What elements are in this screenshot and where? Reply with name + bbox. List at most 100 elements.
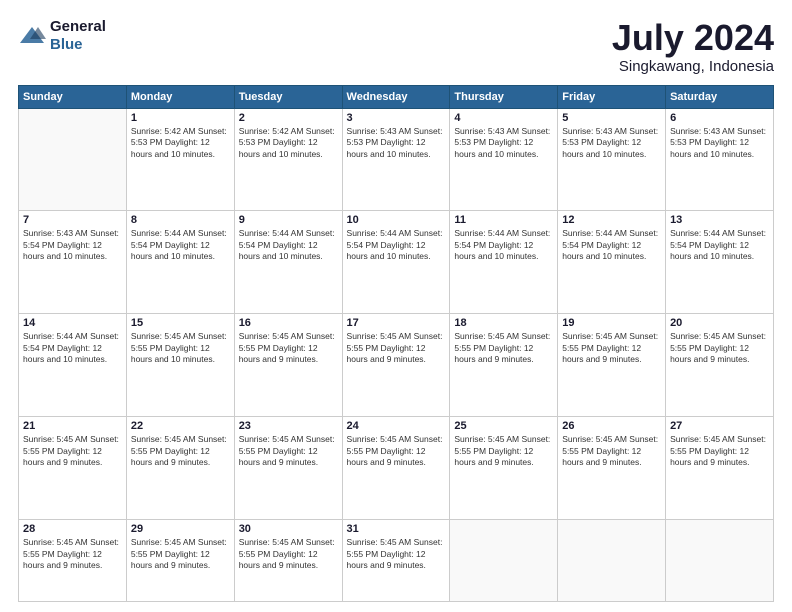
table-row: 27 Sunrise: 5:45 AM Sunset: 5:55 PM Dayli…	[666, 417, 774, 520]
day-info: Sunrise: 5:44 AM Sunset: 5:54 PM Dayligh…	[131, 228, 230, 262]
day-info: Sunrise: 5:45 AM Sunset: 5:55 PM Dayligh…	[239, 434, 338, 468]
day-info: Sunrise: 5:42 AM Sunset: 5:53 PM Dayligh…	[131, 126, 230, 160]
day-info: Sunrise: 5:45 AM Sunset: 5:55 PM Dayligh…	[670, 331, 769, 365]
calendar-table: Sunday Monday Tuesday Wednesday Thursday…	[18, 85, 774, 602]
day-number: 21	[23, 420, 122, 432]
table-row: 5Sunrise: 5:43 AM Sunset: 5:53 PM Daylig…	[558, 108, 666, 211]
day-info: Sunrise: 5:42 AM Sunset: 5:53 PM Dayligh…	[239, 126, 338, 160]
logo-icon	[18, 25, 46, 47]
header-friday: Friday	[558, 85, 666, 108]
day-number: 6	[670, 112, 769, 124]
table-row: 23Sunrise: 5:45 AM Sunset: 5:55 PM Dayli…	[234, 417, 342, 520]
header: General Blue July 2024 Singkawang, Indon…	[18, 18, 774, 75]
day-number: 9	[239, 214, 338, 226]
day-info: Sunrise: 5:45 AM Sunset: 5:55 PM Dayligh…	[347, 434, 446, 468]
table-row: 21 Sunrise: 5:45 AM Sunset: 5:55 PM Dayli…	[19, 417, 127, 520]
day-info: Sunrise: 5:44 AM Sunset: 5:54 PM Dayligh…	[347, 228, 446, 262]
day-info: Sunrise: 5:45 AM Sunset: 5:55 PM Dayligh…	[347, 331, 446, 365]
table-row: 22 Sunrise: 5:45 AM Sunset: 5:55 PM Dayli…	[126, 417, 234, 520]
day-number: 18	[454, 317, 553, 329]
table-row: 3Sunrise: 5:43 AM Sunset: 5:53 PM Daylig…	[342, 108, 450, 211]
day-number: 4	[454, 112, 553, 124]
calendar-location: Singkawang, Indonesia	[612, 58, 774, 75]
table-row: 28 Sunrise: 5:45 AM Sunset: 5:55 PM Dayli…	[19, 520, 127, 602]
header-sunday: Sunday	[19, 85, 127, 108]
day-info: Sunrise: 5:43 AM Sunset: 5:53 PM Dayligh…	[670, 126, 769, 160]
day-info: Sunrise: 5:45 AM Sunset: 5:55 PM Dayligh…	[454, 434, 553, 468]
day-number: 22	[131, 420, 230, 432]
table-row: 10 Sunrise: 5:44 AM Sunset: 5:54 PM Dayli…	[342, 211, 450, 314]
table-row: 12 Sunrise: 5:44 AM Sunset: 5:54 PM Dayli…	[558, 211, 666, 314]
day-number: 13	[670, 214, 769, 226]
day-info: Sunrise: 5:45 AM Sunset: 5:55 PM Dayligh…	[562, 331, 661, 365]
day-info: Sunrise: 5:43 AM Sunset: 5:53 PM Dayligh…	[347, 126, 446, 160]
day-info: Sunrise: 5:45 AM Sunset: 5:55 PM Dayligh…	[347, 537, 446, 571]
day-info: Sunrise: 5:45 AM Sunset: 5:55 PM Dayligh…	[670, 434, 769, 468]
table-row: 13 Sunrise: 5:44 AM Sunset: 5:54 PM Dayli…	[666, 211, 774, 314]
header-saturday: Saturday	[666, 85, 774, 108]
table-row: 19 Sunrise: 5:45 AM Sunset: 5:55 PM Dayli…	[558, 314, 666, 417]
table-row: 15Sunrise: 5:45 AM Sunset: 5:55 PM Dayli…	[126, 314, 234, 417]
day-number: 26	[562, 420, 661, 432]
table-row: 1 Sunrise: 5:42 AM Sunset: 5:53 PM Daylig…	[126, 108, 234, 211]
day-info: Sunrise: 5:44 AM Sunset: 5:54 PM Dayligh…	[670, 228, 769, 262]
day-number: 7	[23, 214, 122, 226]
day-info: Sunrise: 5:43 AM Sunset: 5:54 PM Dayligh…	[23, 228, 122, 262]
header-wednesday: Wednesday	[342, 85, 450, 108]
day-info: Sunrise: 5:43 AM Sunset: 5:53 PM Dayligh…	[562, 126, 661, 160]
day-number: 10	[347, 214, 446, 226]
day-number: 8	[131, 214, 230, 226]
day-number: 20	[670, 317, 769, 329]
day-number: 24	[347, 420, 446, 432]
day-number: 31	[347, 523, 446, 535]
calendar-header-row: Sunday Monday Tuesday Wednesday Thursday…	[19, 85, 774, 108]
table-row	[19, 108, 127, 211]
header-thursday: Thursday	[450, 85, 558, 108]
table-row: 17 Sunrise: 5:45 AM Sunset: 5:55 PM Dayli…	[342, 314, 450, 417]
day-info: Sunrise: 5:45 AM Sunset: 5:55 PM Dayligh…	[131, 331, 230, 365]
day-info: Sunrise: 5:45 AM Sunset: 5:55 PM Dayligh…	[131, 434, 230, 468]
logo-blue-text: Blue	[50, 36, 83, 53]
day-number: 14	[23, 317, 122, 329]
day-number: 27	[670, 420, 769, 432]
day-number: 11	[454, 214, 553, 226]
table-row: 16 Sunrise: 5:45 AM Sunset: 5:55 PM Dayli…	[234, 314, 342, 417]
day-number: 17	[347, 317, 446, 329]
day-number: 25	[454, 420, 553, 432]
day-number: 12	[562, 214, 661, 226]
table-row: 24 Sunrise: 5:45 AM Sunset: 5:55 PM Dayli…	[342, 417, 450, 520]
day-number: 16	[239, 317, 338, 329]
table-row: 20 Sunrise: 5:45 AM Sunset: 5:55 PM Dayli…	[666, 314, 774, 417]
page: General Blue July 2024 Singkawang, Indon…	[0, 0, 792, 612]
day-info: Sunrise: 5:45 AM Sunset: 5:55 PM Dayligh…	[131, 537, 230, 571]
table-row: 29 Sunrise: 5:45 AM Sunset: 5:55 PM Dayli…	[126, 520, 234, 602]
day-info: Sunrise: 5:45 AM Sunset: 5:55 PM Dayligh…	[23, 434, 122, 468]
day-info: Sunrise: 5:45 AM Sunset: 5:55 PM Dayligh…	[239, 331, 338, 365]
table-row: 11 Sunrise: 5:44 AM Sunset: 5:54 PM Dayli…	[450, 211, 558, 314]
table-row: 30Sunrise: 5:45 AM Sunset: 5:55 PM Dayli…	[234, 520, 342, 602]
day-info: Sunrise: 5:45 AM Sunset: 5:55 PM Dayligh…	[239, 537, 338, 571]
day-info: Sunrise: 5:44 AM Sunset: 5:54 PM Dayligh…	[454, 228, 553, 262]
day-info: Sunrise: 5:44 AM Sunset: 5:54 PM Dayligh…	[239, 228, 338, 262]
day-info: Sunrise: 5:44 AM Sunset: 5:54 PM Dayligh…	[23, 331, 122, 365]
table-row: 9 Sunrise: 5:44 AM Sunset: 5:54 PM Daylig…	[234, 211, 342, 314]
table-row	[666, 520, 774, 602]
day-number: 29	[131, 523, 230, 535]
logo: General Blue	[18, 18, 106, 54]
day-info: Sunrise: 5:45 AM Sunset: 5:55 PM Dayligh…	[23, 537, 122, 571]
day-number: 1	[131, 112, 230, 124]
day-info: Sunrise: 5:43 AM Sunset: 5:53 PM Dayligh…	[454, 126, 553, 160]
day-info: Sunrise: 5:45 AM Sunset: 5:55 PM Dayligh…	[562, 434, 661, 468]
day-info: Sunrise: 5:45 AM Sunset: 5:55 PM Dayligh…	[454, 331, 553, 365]
table-row: 7 Sunrise: 5:43 AM Sunset: 5:54 PM Daylig…	[19, 211, 127, 314]
title-block: July 2024 Singkawang, Indonesia	[612, 18, 774, 75]
day-number: 19	[562, 317, 661, 329]
table-row: 31 Sunrise: 5:45 AM Sunset: 5:55 PM Dayli…	[342, 520, 450, 602]
calendar-title: July 2024	[612, 18, 774, 58]
table-row: 8 Sunrise: 5:44 AM Sunset: 5:54 PM Daylig…	[126, 211, 234, 314]
day-info: Sunrise: 5:44 AM Sunset: 5:54 PM Dayligh…	[562, 228, 661, 262]
table-row: 4 Sunrise: 5:43 AM Sunset: 5:53 PM Daylig…	[450, 108, 558, 211]
day-number: 2	[239, 112, 338, 124]
table-row: 26 Sunrise: 5:45 AM Sunset: 5:55 PM Dayli…	[558, 417, 666, 520]
day-number: 28	[23, 523, 122, 535]
